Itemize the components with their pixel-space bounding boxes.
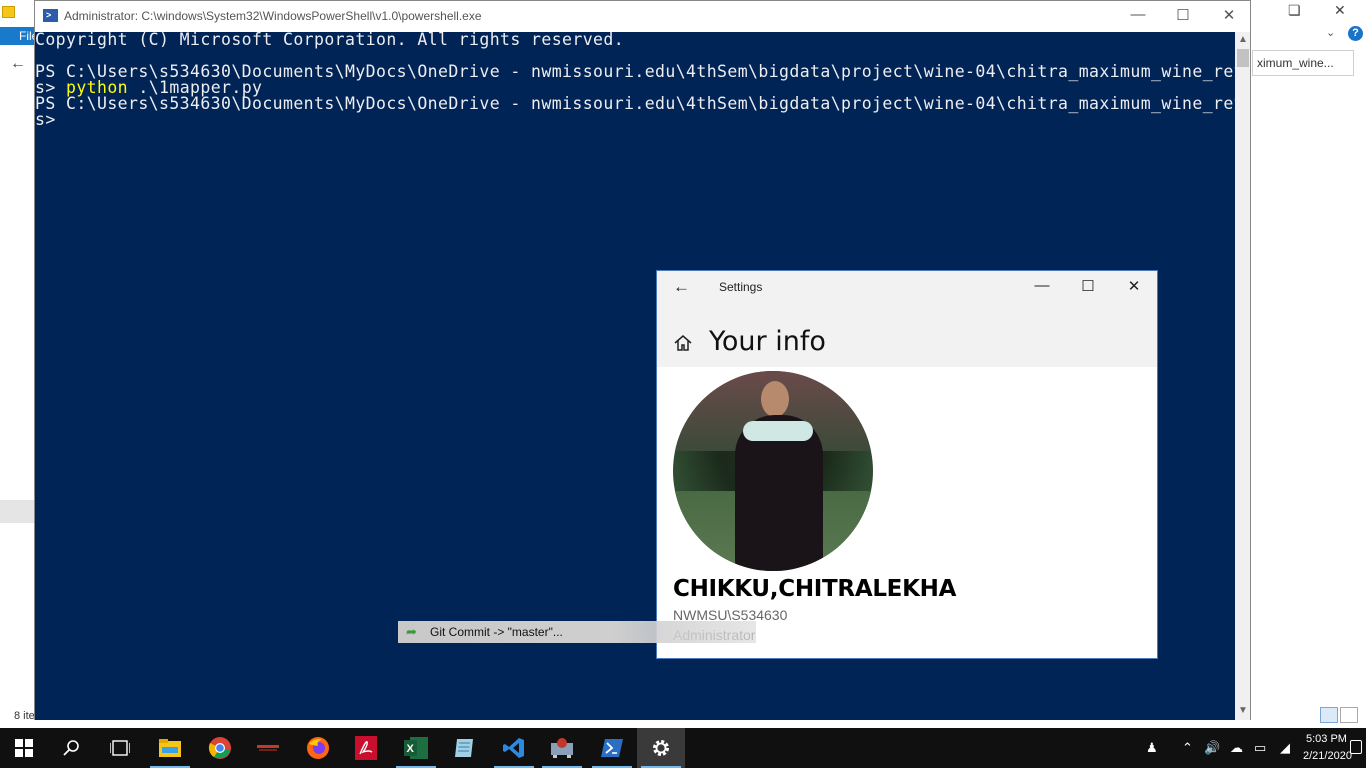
notepad-icon[interactable]: [440, 728, 488, 768]
git-commit-icon: ➦: [406, 624, 417, 639]
clock-time[interactable]: 5:03 PM: [1306, 733, 1347, 745]
start-icon[interactable]: [0, 728, 48, 768]
scrollbar-thumb[interactable]: [1237, 49, 1249, 67]
powershell-icon: >: [43, 9, 58, 22]
volume-icon[interactable]: 🔊: [1204, 740, 1220, 756]
maximize-button[interactable]: ☐: [1073, 277, 1103, 295]
firefox-icon[interactable]: [294, 728, 342, 768]
scroll-down-icon[interactable]: ▼: [1238, 705, 1248, 716]
large-icons-view-icon[interactable]: [1340, 707, 1358, 723]
minimize-button[interactable]: —: [1123, 6, 1153, 23]
folder-icon: [2, 6, 15, 18]
notification-text: Git Commit -> "master"...: [430, 625, 563, 639]
people-icon[interactable]: ♟: [1146, 740, 1158, 756]
console-line: PS C:\Users\s534630\Documents\MyDocs\One…: [35, 94, 1235, 113]
console-line: Copyright (C) Microsoft Corporation. All…: [35, 32, 625, 49]
file-tab[interactable]: File: [0, 27, 34, 45]
explorer-window-controls: ❏ ✕: [1250, 0, 1366, 30]
vscode-icon[interactable]: [490, 728, 538, 768]
taskbar: X ♟ ⌃ 🔊 ☁ ▭ ◢ 5:03 PM 2/21/2020: [0, 728, 1366, 768]
chevron-down-icon[interactable]: ⌄: [1326, 26, 1335, 39]
search-box[interactable]: ximum_wine...: [1252, 50, 1354, 76]
settings-icon[interactable]: [637, 728, 685, 768]
powershell-titlebar[interactable]: > Administrator: C:\windows\System32\Win…: [35, 1, 1250, 32]
back-arrow-icon[interactable]: ←: [673, 277, 690, 297]
details-view-icon[interactable]: [1320, 707, 1338, 723]
avatar-face: [761, 381, 789, 417]
file-explorer-icon[interactable]: [146, 728, 194, 768]
settings-header: ← Settings — ☐ ✕ Your info: [657, 271, 1157, 367]
network-tool-icon[interactable]: [538, 728, 586, 768]
clock-date[interactable]: 2/21/2020: [1303, 750, 1352, 762]
user-name: CHIKKU,CHITRALEKHA: [673, 576, 957, 602]
git-commit-notification[interactable]: ➦ Git Commit -> "master"...: [398, 621, 756, 643]
vertical-scrollbar[interactable]: [1235, 32, 1250, 720]
close-button[interactable]: ✕: [1119, 277, 1149, 295]
acrobat-icon[interactable]: [342, 728, 390, 768]
chevron-up-icon[interactable]: ⌃: [1182, 740, 1193, 756]
power-icon[interactable]: ▭: [1254, 740, 1266, 756]
back-arrow-icon[interactable]: ←: [10, 55, 26, 73]
excel-icon[interactable]: X: [392, 728, 440, 768]
console-prompt: s>: [35, 110, 56, 129]
restore-icon[interactable]: ❏: [1288, 2, 1301, 19]
powershell-icon[interactable]: [588, 728, 636, 768]
settings-window: ← Settings — ☐ ✕ Your info CHIKKU,CHITRA…: [656, 270, 1158, 659]
onedrive-icon[interactable]: ☁: [1230, 740, 1243, 756]
close-icon[interactable]: ✕: [1334, 2, 1346, 19]
wifi-icon[interactable]: ◢: [1280, 740, 1290, 756]
search-icon[interactable]: [48, 728, 96, 768]
chrome-icon[interactable]: [196, 728, 244, 768]
nav-pane-selected-item[interactable]: [0, 500, 34, 523]
project-icon[interactable]: [244, 728, 292, 768]
maximize-button[interactable]: ☐: [1168, 6, 1198, 24]
svg-text:X: X: [407, 743, 415, 755]
action-center-icon[interactable]: [1350, 740, 1362, 754]
home-icon[interactable]: [673, 333, 693, 353]
close-button[interactable]: ✕: [1214, 6, 1244, 24]
task-view-icon[interactable]: [96, 728, 144, 768]
settings-title: Settings: [719, 280, 763, 294]
avatar-scarf: [743, 421, 813, 441]
view-toggle-buttons: [1320, 707, 1360, 728]
help-icon[interactable]: ?: [1348, 26, 1363, 41]
page-title: Your info: [709, 326, 826, 357]
avatar: [673, 371, 873, 571]
scroll-up-icon[interactable]: ▲: [1238, 34, 1248, 45]
minimize-button[interactable]: —: [1027, 277, 1057, 294]
window-title: Administrator: C:\windows\System32\Windo…: [64, 9, 482, 23]
